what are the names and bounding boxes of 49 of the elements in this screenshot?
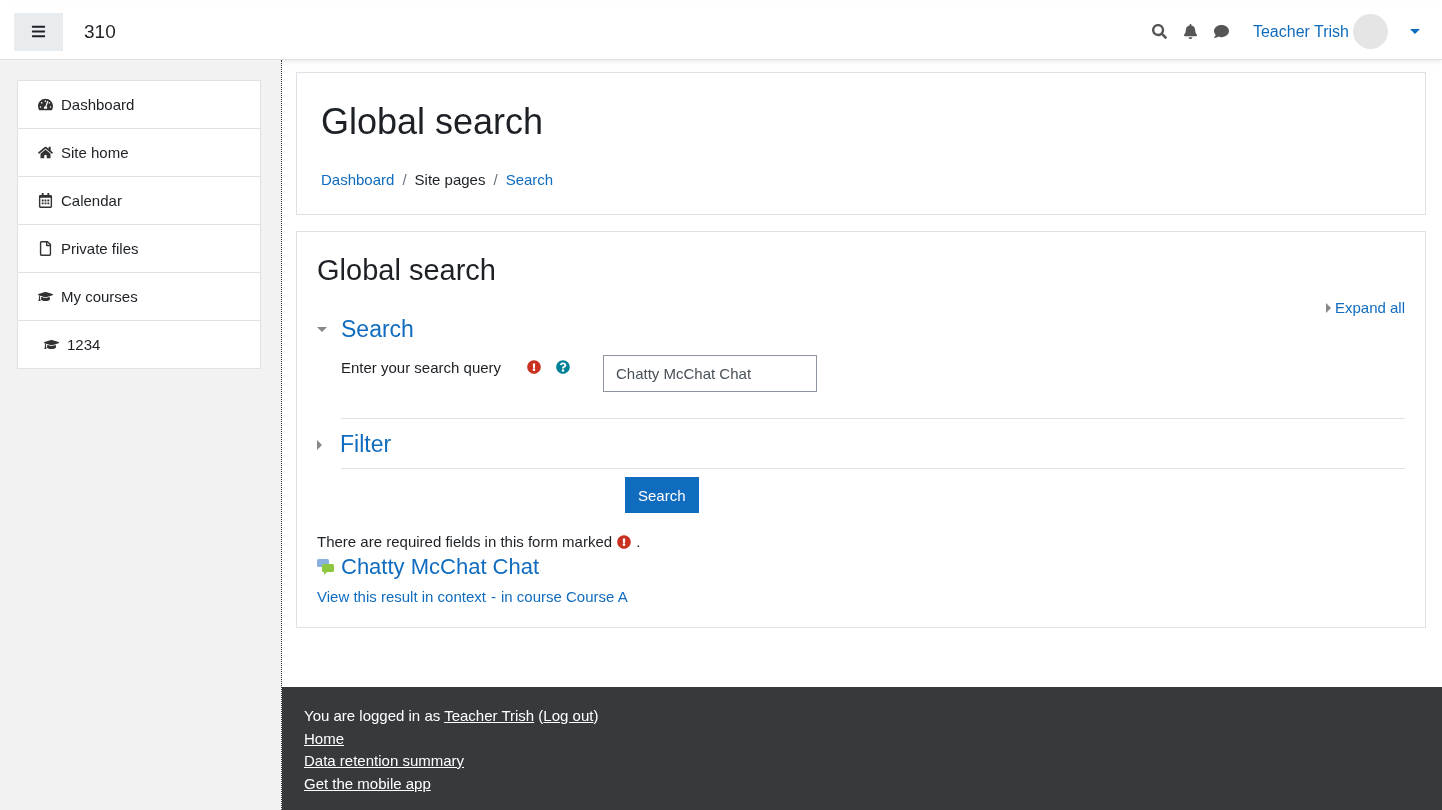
search-field[interactable]: Chatty McChat Chat [603,355,817,392]
breadcrumb-separator: / [493,171,498,188]
chat-bubbles-icon [317,559,335,575]
breadcrumb-link[interactable]: Dashboard [321,171,395,188]
footer-link[interactable]: Log out [543,707,594,724]
menu-button[interactable] [14,12,63,51]
footer-link[interactable]: Home [304,729,344,747]
search-button[interactable]: Search [625,477,699,513]
field-label: Enter your search query [341,358,503,376]
result-title-link[interactable]: Chatty McChat Chat [341,554,540,580]
menu-icon [31,24,46,39]
breadcrumb-link[interactable]: Search [505,171,554,188]
nav-item[interactable]: Site home [18,128,260,176]
file-icon [38,241,53,256]
footer-link[interactable]: Get the mobile app [304,774,431,792]
required-icon [527,360,541,374]
section-toggle[interactable]: Search [317,316,1405,343]
nav-item[interactable]: My courses [18,272,260,320]
breadcrumb-item[interactable]: Site pages [414,171,486,188]
required-note: There are required fields in this form marked [317,533,613,550]
nav-item[interactable]: Private files [18,224,260,272]
caret-icon [1325,302,1331,313]
nav-item[interactable]: Calendar [18,176,260,224]
nav-item[interactable]: Dashboard [18,81,260,128]
nav-item[interactable]: 1234 [18,320,260,368]
footer-link[interactable]: Data retention summary [304,752,465,769]
site-name: 310 [84,20,116,43]
required-icon [617,534,632,549]
separator-text: - [491,588,496,605]
footer-link[interactable]: Teacher Trish [444,707,535,724]
user-menu-link[interactable]: Teacher Trish [1252,22,1349,41]
graduation-cap-icon [38,289,53,304]
course-link[interactable]: in course Course A [501,588,628,605]
login-info: You are logged in as Teacher Trish (Log out) [304,706,600,726]
calendar-icon [38,193,53,208]
section-toggle[interactable]: Filter [317,431,1405,458]
help-icon[interactable] [556,360,570,374]
form-title: Global search [317,254,497,287]
context-link[interactable]: View this result in context [317,588,486,605]
breadcrumb-separator: / [402,171,407,188]
search-icon [1151,24,1167,39]
graduation-cap-icon [44,337,59,352]
gauge-icon [38,97,53,112]
speech-bubble-icon [1213,24,1229,39]
bell-icon [1182,24,1198,39]
house-icon [38,145,53,160]
note-period: . [636,533,641,550]
page-title: Global search [321,101,545,143]
expand-all-link[interactable]: Expand all [1325,299,1405,316]
